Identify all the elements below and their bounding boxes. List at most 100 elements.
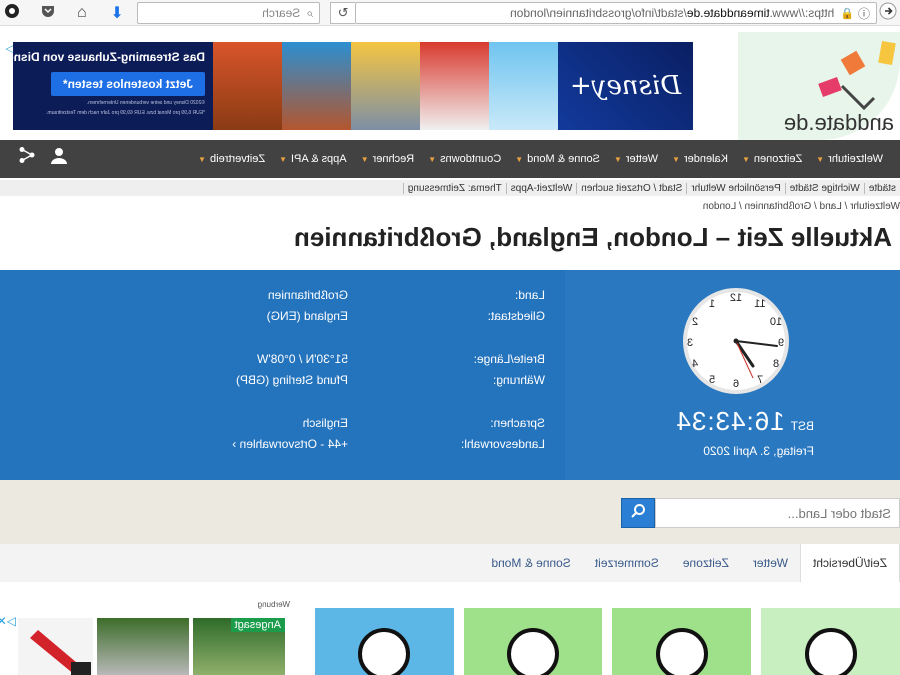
user-icon[interactable] bbox=[50, 146, 68, 169]
logo-check-icon bbox=[840, 84, 876, 111]
nav-item-weltzeituhr[interactable]: Weltzeituhr ▼ bbox=[809, 153, 890, 165]
city-facts: Land: Großbritannien Gliedstaat: England (… bbox=[232, 288, 545, 480]
pocket-button[interactable] bbox=[36, 1, 60, 25]
clock-panel: 12 1 2 3 4 5 6 7 8 9 10 11 BST 16:43:34 … bbox=[565, 270, 900, 480]
tab-uebersicht[interactable]: Zeit/Übersicht bbox=[799, 544, 900, 582]
feature-tiles bbox=[315, 608, 900, 675]
fact-label-latlon: Breite/Länge: bbox=[473, 352, 545, 366]
fact-value-waehrung: Pfund Sterling (GBP) bbox=[235, 373, 348, 387]
tile-clock-2[interactable] bbox=[463, 608, 603, 675]
search-icon bbox=[630, 503, 646, 524]
ad-tag: Angesagt bbox=[230, 618, 285, 632]
dropdown-icon: ▼ bbox=[279, 154, 287, 164]
nav-icon-group bbox=[18, 146, 68, 169]
breadcrumb[interactable]: Weltzeituhr / Land / Großbritannien / Lo… bbox=[703, 201, 900, 212]
time-value: 16:43:34 bbox=[675, 406, 785, 436]
tab-sonne-mond[interactable]: Sonne & Mond bbox=[479, 544, 582, 582]
dropdown-icon: ▼ bbox=[515, 154, 524, 164]
clock-icon bbox=[655, 628, 708, 675]
fact-label-gliedstaat: Gliedstaat: bbox=[487, 309, 545, 323]
nav-item-sonne-mond[interactable]: Sonne & Mond ▼ bbox=[508, 153, 607, 165]
nav-item-kalender[interactable]: Kalender ▼ bbox=[665, 153, 735, 165]
nav-item-apps-api[interactable]: Apps & API ▼ bbox=[272, 153, 354, 165]
ad-character-baymax bbox=[420, 42, 489, 130]
main-nav: Weltzeituhr ▼ Zeitzonen ▼ Kalender ▼ Wetter… bbox=[0, 140, 900, 178]
share-icon[interactable] bbox=[18, 146, 36, 169]
location-search-button[interactable] bbox=[621, 498, 655, 528]
browser-toolbar: ⓘ 🔒 https://www.timeanddate.de/stadt/inf… bbox=[0, 0, 900, 26]
pocket-icon bbox=[41, 4, 55, 23]
tab-sommerzeit[interactable]: Sommerzeit bbox=[583, 544, 671, 582]
dropdown-icon: ▼ bbox=[742, 154, 750, 164]
subnav-item[interactable]: Wichtige Städte bbox=[784, 182, 864, 194]
ad-headline: Das Streaming-Zuhause von Disney bbox=[13, 50, 205, 64]
clock-icon bbox=[507, 628, 560, 675]
fact-value-land[interactable]: Großbritannien bbox=[268, 288, 348, 309]
extension-button[interactable] bbox=[0, 1, 24, 25]
location-search-area: Stadt oder Land... bbox=[0, 480, 900, 544]
site-name: anddate.de bbox=[783, 110, 894, 135]
ad-banner[interactable]: Disney+ Das Streaming-Zuhause von Disney… bbox=[13, 42, 693, 130]
tab-zeitzone[interactable]: Zeitzone bbox=[671, 544, 741, 582]
tile-meeting-planner[interactable] bbox=[315, 608, 454, 675]
disney-plus-logo: Disney+ bbox=[558, 42, 693, 130]
ad-cta-button[interactable]: Jetzt kostenlos testen* bbox=[50, 72, 205, 96]
ad-character-ralph bbox=[282, 42, 351, 130]
ad-text-block: Das Streaming-Zuhause von Disney Jetzt k… bbox=[13, 42, 213, 130]
nav-item-rechner[interactable]: Rechner ▼ bbox=[354, 153, 422, 165]
ad-character-strip bbox=[213, 42, 558, 130]
fact-label-waehrung: Währung: bbox=[492, 373, 545, 387]
fact-value-sprachen: Englisch bbox=[302, 416, 348, 430]
arrow-left-icon bbox=[879, 2, 897, 25]
chevron-right-icon: › bbox=[232, 437, 237, 451]
extension-icon bbox=[4, 3, 20, 24]
back-button[interactable] bbox=[876, 1, 900, 25]
subnav-item[interactable]: Persönliche Weltuhr bbox=[686, 182, 785, 194]
site-logo[interactable]: anddate.de bbox=[738, 32, 900, 140]
tab-wetter[interactable]: Wetter bbox=[741, 544, 800, 582]
ad-character-lion bbox=[213, 42, 282, 130]
current-time: BST 16:43:34 bbox=[675, 406, 814, 437]
dropdown-icon: ▼ bbox=[613, 154, 622, 164]
subnav-item[interactable]: Stadt / Ortszeit suchen bbox=[576, 182, 687, 194]
url-text: https://www.timeanddate.de/stadt/info/gr… bbox=[510, 6, 835, 20]
subnav-item[interactable]: Weltzeit-Apps bbox=[505, 182, 577, 194]
timezone-abbr[interactable]: BST bbox=[791, 419, 814, 433]
download-button[interactable]: ⬇ bbox=[105, 1, 129, 25]
ad-choices-icon[interactable]: ▷✕ bbox=[0, 614, 16, 628]
dropdown-icon: ▼ bbox=[816, 154, 825, 164]
dropdown-icon: ▼ bbox=[672, 154, 680, 164]
ad-label: Werbung bbox=[257, 600, 290, 609]
ad-image-tool bbox=[18, 618, 93, 675]
tile-clock-1[interactable] bbox=[612, 608, 752, 675]
current-date: Freitag, 3. April 2020 bbox=[703, 444, 814, 458]
ad-image-barrel bbox=[97, 618, 189, 675]
ad-choices-icon[interactable]: ▷ bbox=[0, 42, 14, 56]
info-icon[interactable]: ⓘ bbox=[858, 5, 870, 22]
tile-world-clock[interactable] bbox=[761, 608, 900, 675]
home-button[interactable]: ⌂ bbox=[70, 1, 94, 25]
dropdown-icon: ▼ bbox=[360, 154, 369, 164]
nav-item-zeitzonen[interactable]: Zeitzonen ▼ bbox=[735, 153, 809, 165]
browser-search-input[interactable]: ⌕ Search bbox=[137, 2, 320, 24]
subnav-item[interactable]: städte bbox=[863, 182, 900, 194]
clock-hands bbox=[733, 338, 778, 379]
bottom-ad[interactable]: Angesagt ▷✕ bbox=[0, 610, 288, 675]
nav-item-wetter[interactable]: Wetter ▼ bbox=[607, 153, 665, 165]
dropdown-icon: ▼ bbox=[428, 154, 437, 164]
content-tabs: Zeit/Übersicht Wetter Zeitzone Sommerzei… bbox=[0, 544, 900, 582]
dropdown-icon: ▼ bbox=[198, 154, 207, 164]
vorwahl-link[interactable]: +44 - Ortsvorwahlen › bbox=[232, 437, 348, 458]
lock-icon: 🔒 bbox=[840, 7, 854, 20]
sub-nav: städte Wichtige Städte Persönliche Weltu… bbox=[0, 180, 900, 196]
search-icon: ⌕ bbox=[306, 5, 313, 20]
location-search-input[interactable]: Stadt oder Land... bbox=[655, 498, 900, 528]
analog-clock: 12 1 2 3 4 5 6 7 8 9 10 11 bbox=[683, 288, 789, 394]
reload-button[interactable]: ↻ bbox=[330, 2, 355, 24]
nav-item-zeitvertreib[interactable]: Zeitvertreib ▼ bbox=[191, 153, 272, 165]
ad-character-elsa bbox=[489, 42, 558, 130]
subnav-item[interactable]: Thema: Zeitmessung bbox=[402, 182, 506, 194]
mirrored-page: ⓘ 🔒 https://www.timeanddate.de/stadt/inf… bbox=[0, 0, 900, 675]
nav-item-countdowns[interactable]: Countdowns ▼ bbox=[421, 153, 508, 165]
address-bar[interactable]: ⓘ 🔒 https://www.timeanddate.de/stadt/inf… bbox=[355, 2, 877, 24]
